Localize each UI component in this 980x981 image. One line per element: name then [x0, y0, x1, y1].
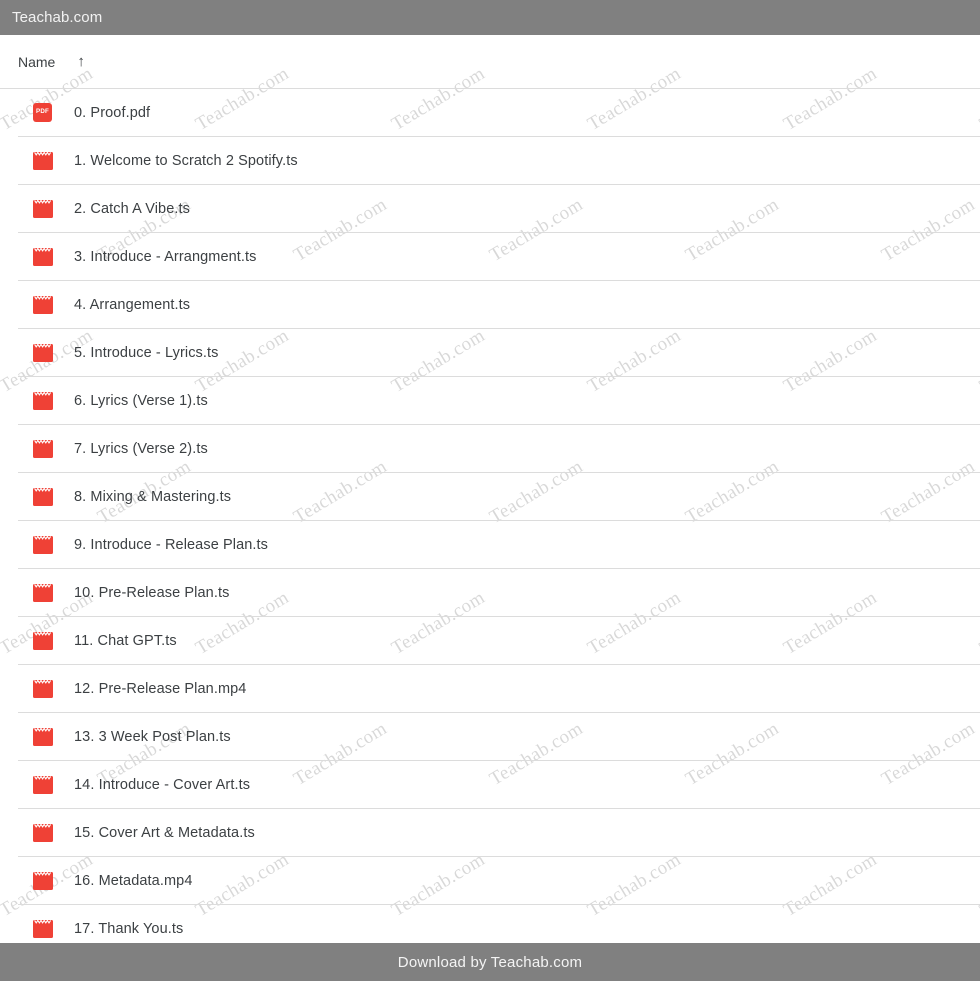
file-name: 13. 3 Week Post Plan.ts — [74, 728, 231, 745]
file-icon-cell — [18, 823, 58, 842]
file-name: 0. Proof.pdf — [74, 104, 151, 121]
file-list-page: Teachab.com Teachab.com Teachab.com Teacha… — [0, 0, 980, 981]
video-file-icon — [33, 487, 53, 506]
video-file-icon — [33, 919, 53, 938]
video-file-icon — [33, 727, 53, 746]
table-row[interactable]: 15. Cover Art & Metadata.ts — [18, 809, 980, 857]
table-row[interactable]: 13. 3 Week Post Plan.ts — [18, 713, 980, 761]
file-name: 17. Thank You.ts — [74, 920, 184, 937]
file-icon-cell — [18, 775, 58, 794]
file-name: 16. Metadata.mp4 — [74, 872, 193, 889]
file-name: 14. Introduce - Cover Art.ts — [74, 776, 251, 793]
footer-bar: Download by Teachab.com — [0, 943, 980, 981]
video-file-icon — [33, 247, 53, 266]
file-icon-cell — [18, 151, 58, 170]
file-name: 9. Introduce - Release Plan.ts — [74, 536, 269, 553]
file-name: 8. Mixing & Mastering.ts — [74, 488, 232, 505]
file-icon-cell — [18, 343, 58, 362]
file-icon-cell — [18, 679, 58, 698]
table-row[interactable]: 1. Welcome to Scratch 2 Spotify.ts — [18, 137, 980, 185]
column-header-row: Name ↑ — [0, 35, 980, 89]
table-row[interactable]: 4. Arrangement.ts — [18, 281, 980, 329]
file-rows: PDF 0. Proof.pdf 1. Welcome to Scratch 2 S… — [0, 89, 980, 953]
file-name: 12. Pre-Release Plan.mp4 — [74, 680, 247, 697]
file-name: 1. Welcome to Scratch 2 Spotify.ts — [74, 152, 298, 169]
table-row[interactable]: 16. Metadata.mp4 — [18, 857, 980, 905]
footer-text: Download by Teachab.com — [397, 953, 583, 971]
table-row[interactable]: 9. Introduce - Release Plan.ts — [18, 521, 980, 569]
file-list: Name ↑ PDF 0. Proof.pdf 1. Welcome to Scra… — [0, 35, 980, 953]
file-icon-cell — [18, 727, 58, 746]
table-row[interactable]: 12. Pre-Release Plan.mp4 — [18, 665, 980, 713]
file-icon-cell — [18, 391, 58, 410]
pdf-icon-label: PDF — [36, 108, 49, 116]
file-icon-cell — [18, 631, 58, 650]
video-file-icon — [33, 295, 53, 314]
file-name: 4. Arrangement.ts — [74, 296, 191, 313]
video-file-icon — [33, 679, 53, 698]
table-row[interactable]: 6. Lyrics (Verse 1).ts — [18, 377, 980, 425]
table-row[interactable]: 5. Introduce - Lyrics.ts — [18, 329, 980, 377]
file-name: 3. Introduce - Arrangment.ts — [74, 248, 257, 265]
table-row[interactable]: 14. Introduce - Cover Art.ts — [18, 761, 980, 809]
video-file-icon — [33, 439, 53, 458]
file-icon-cell: PDF — [18, 103, 58, 122]
file-icon-cell — [18, 199, 58, 218]
video-file-icon — [33, 343, 53, 362]
table-row[interactable]: 10. Pre-Release Plan.ts — [18, 569, 980, 617]
file-name: 5. Introduce - Lyrics.ts — [74, 344, 219, 361]
file-name: 10. Pre-Release Plan.ts — [74, 584, 230, 601]
file-icon-cell — [18, 439, 58, 458]
video-file-icon — [33, 775, 53, 794]
file-icon-cell — [18, 295, 58, 314]
file-name: 15. Cover Art & Metadata.ts — [74, 824, 255, 841]
table-row[interactable]: 8. Mixing & Mastering.ts — [18, 473, 980, 521]
table-row[interactable]: 11. Chat GPT.ts — [18, 617, 980, 665]
video-file-icon — [33, 823, 53, 842]
site-title: Teachab.com — [12, 9, 103, 26]
file-icon-cell — [18, 919, 58, 938]
arrow-up-icon[interactable]: ↑ — [77, 54, 85, 69]
video-file-icon — [33, 535, 53, 554]
file-icon-cell — [18, 535, 58, 554]
file-name: 11. Chat GPT.ts — [74, 632, 177, 649]
file-icon-cell — [18, 871, 58, 890]
file-icon-cell — [18, 247, 58, 266]
pdf-file-icon: PDF — [33, 103, 52, 122]
table-row[interactable]: 7. Lyrics (Verse 2).ts — [18, 425, 980, 473]
video-file-icon — [33, 391, 53, 410]
file-icon-cell — [18, 487, 58, 506]
table-row[interactable]: PDF 0. Proof.pdf — [18, 89, 980, 137]
file-icon-cell — [18, 583, 58, 602]
column-header-name-label: Name — [18, 53, 56, 70]
top-header-bar: Teachab.com — [0, 0, 980, 35]
file-name: 2. Catch A Vibe.ts — [74, 200, 190, 217]
video-file-icon — [33, 151, 53, 170]
table-row[interactable]: 3. Introduce - Arrangment.ts — [18, 233, 980, 281]
column-header-name[interactable]: Name ↑ — [18, 54, 85, 70]
video-file-icon — [33, 871, 53, 890]
video-file-icon — [33, 583, 53, 602]
video-file-icon — [33, 631, 53, 650]
file-name: 7. Lyrics (Verse 2).ts — [74, 440, 208, 457]
file-name: 6. Lyrics (Verse 1).ts — [74, 392, 208, 409]
table-row[interactable]: 2. Catch A Vibe.ts — [18, 185, 980, 233]
video-file-icon — [33, 199, 53, 218]
